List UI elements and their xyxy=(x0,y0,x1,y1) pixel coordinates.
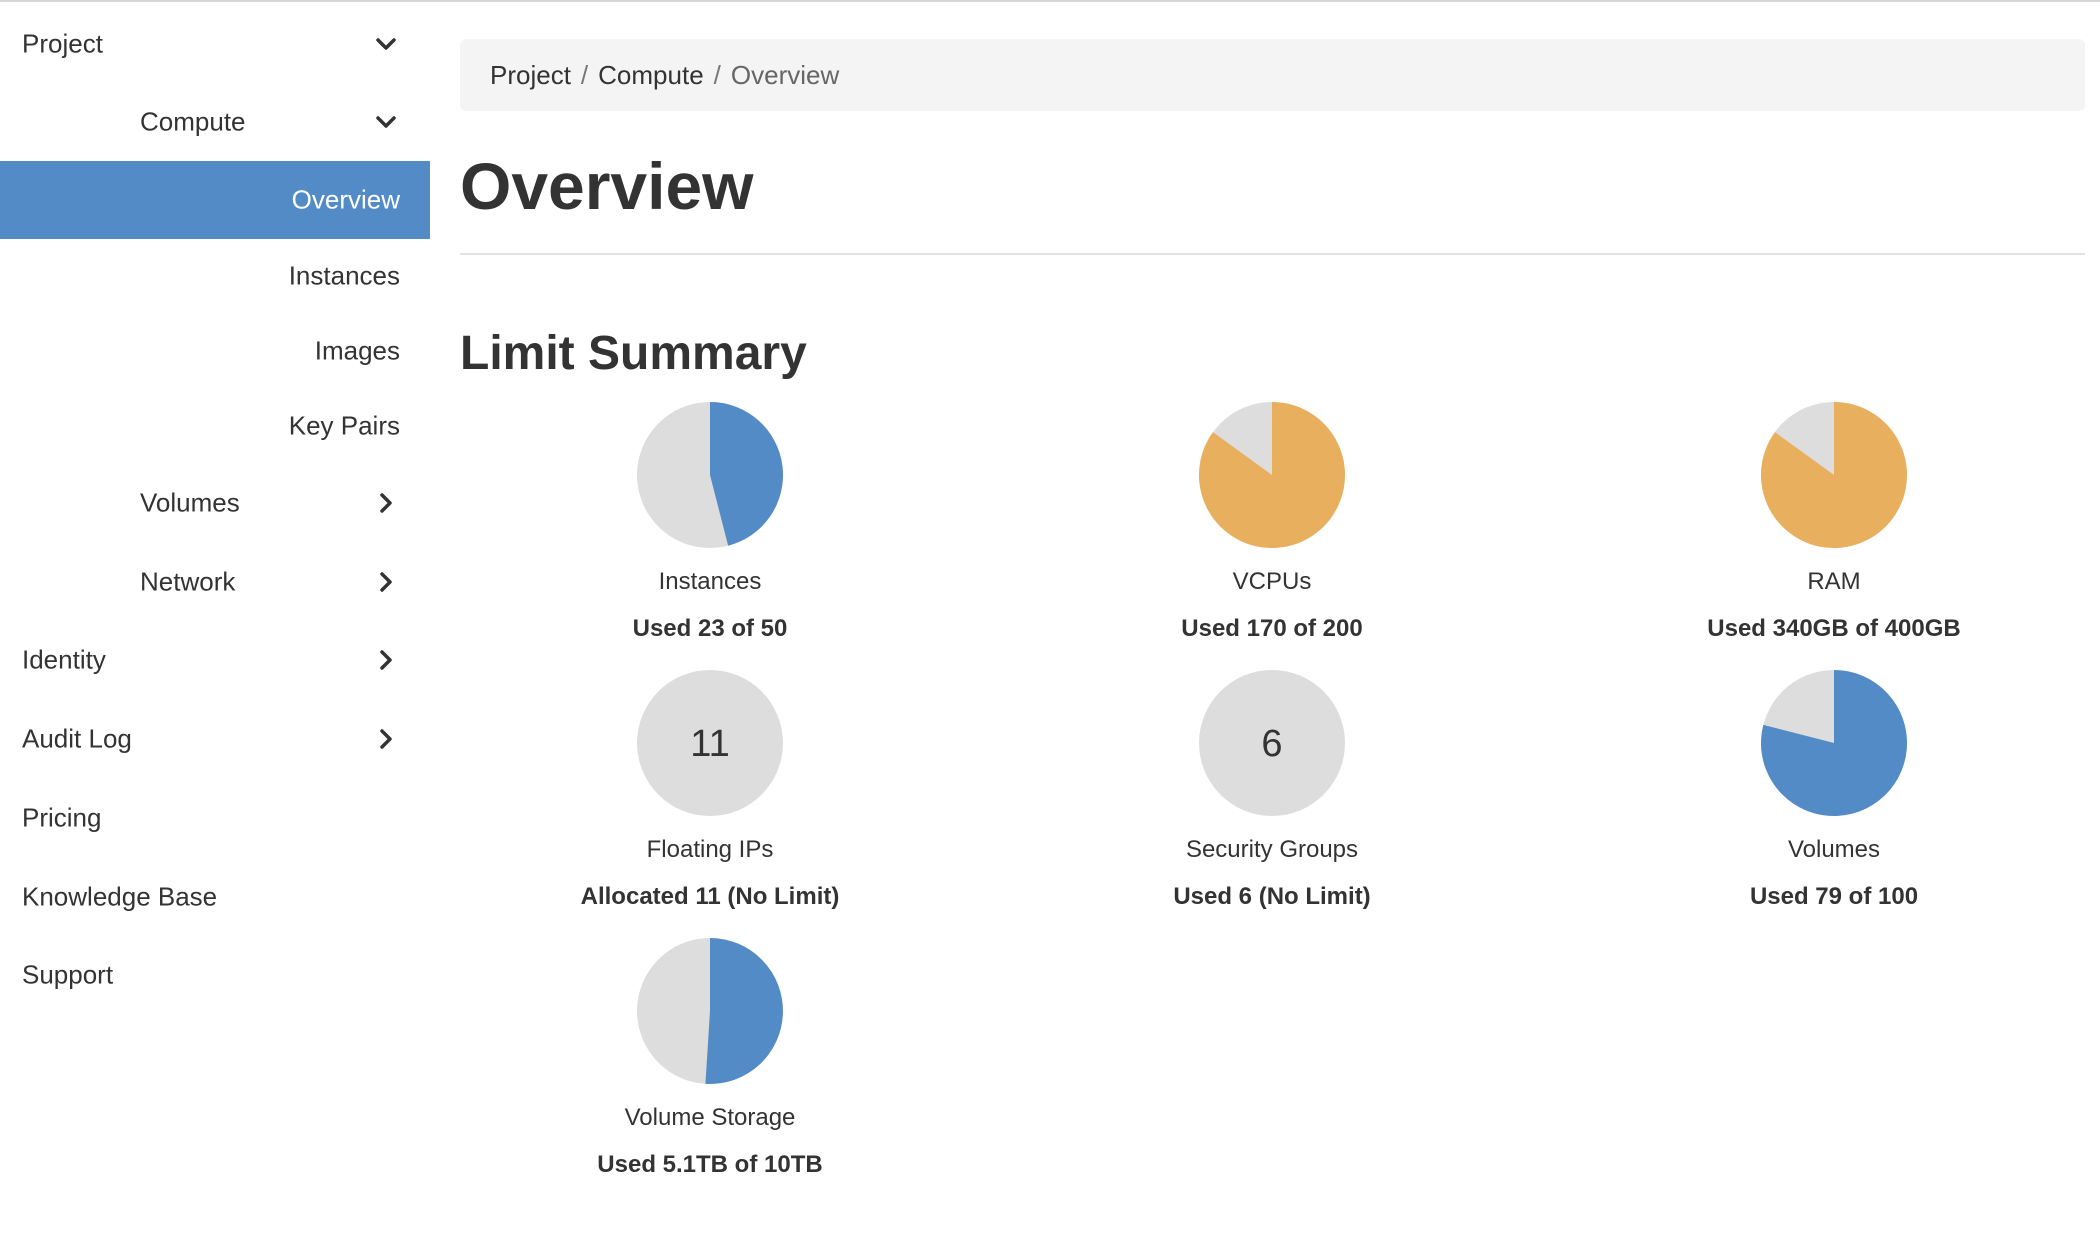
sidebar: Project Compute Overview Instances Image… xyxy=(0,2,430,1260)
sidebar-item-network[interactable]: Network xyxy=(0,543,430,621)
sidebar-item-label: Key Pairs xyxy=(288,410,400,441)
sidebar-item-label: Instances xyxy=(288,260,400,291)
pie-vcpus xyxy=(1198,402,1345,548)
breadcrumb: Project / Compute / Overview xyxy=(460,39,2085,111)
chevron-right-icon xyxy=(380,493,392,513)
sidebar-item-audit-log[interactable]: Audit Log xyxy=(0,700,430,778)
pie-volumes xyxy=(1760,670,1907,816)
pie-instances xyxy=(637,402,784,548)
chart-label: Instances xyxy=(658,568,762,595)
pie-security-groups: 6 xyxy=(1199,670,1345,816)
chart-volume-storage: Volume Storage Used 5.1TB of 10TB xyxy=(530,938,890,1208)
chart-usage: Used 23 of 50 xyxy=(632,615,788,642)
chart-vcpus: VCPUs Used 170 of 200 xyxy=(1092,402,1452,672)
chart-floating-ips: 11 Floating IPs Allocated 11 (No Limit) xyxy=(530,670,890,940)
sidebar-item-label: Identity xyxy=(22,644,106,675)
chart-security-groups: 6 Security Groups Used 6 (No Limit) xyxy=(1092,670,1452,940)
pie-center-value: 11 xyxy=(690,723,729,765)
chevron-right-icon xyxy=(380,650,392,670)
breadcrumb-item-compute[interactable]: Compute xyxy=(598,60,704,90)
pie-center-value: 6 xyxy=(1261,723,1282,765)
chart-volumes: Volumes Used 79 of 100 xyxy=(1654,670,2014,940)
sidebar-item-compute[interactable]: Compute xyxy=(0,83,430,161)
sidebar-item-overview[interactable]: Overview xyxy=(0,161,430,239)
page-title: Overview xyxy=(460,149,754,223)
sidebar-item-label: Network xyxy=(140,566,236,597)
sidebar-item-identity[interactable]: Identity xyxy=(0,621,430,699)
chart-label: VCPUs xyxy=(1232,568,1312,595)
breadcrumb-separator: / xyxy=(713,60,721,90)
chart-usage: Used 6 (No Limit) xyxy=(1173,883,1371,910)
chart-label: Volume Storage xyxy=(624,1104,796,1131)
breadcrumb-current: Overview xyxy=(730,60,840,90)
sidebar-item-volumes[interactable]: Volumes xyxy=(0,464,430,542)
sidebar-item-key-pairs[interactable]: Key Pairs xyxy=(0,387,430,465)
sidebar-item-label: Audit Log xyxy=(22,723,132,754)
pie-ram xyxy=(1760,402,1907,548)
sidebar-item-label: Pricing xyxy=(22,802,102,833)
breadcrumb-separator: / xyxy=(580,60,589,90)
sidebar-item-pricing[interactable]: Pricing xyxy=(0,779,430,857)
chevron-right-icon xyxy=(380,729,392,749)
chart-instances: Instances Used 23 of 50 xyxy=(530,402,890,672)
sidebar-item-images[interactable]: Images xyxy=(0,312,430,390)
chart-label: Security Groups xyxy=(1185,836,1359,863)
sidebar-item-project[interactable]: Project xyxy=(0,5,430,83)
pie-volume-storage xyxy=(637,938,783,1084)
title-divider xyxy=(460,253,2085,255)
breadcrumb-item-project[interactable]: Project xyxy=(490,60,571,90)
sidebar-item-support[interactable]: Support xyxy=(0,936,430,1014)
chart-usage: Allocated 11 (No Limit) xyxy=(580,883,840,910)
sidebar-item-label: Knowledge Base xyxy=(22,881,218,912)
sidebar-item-knowledge-base[interactable]: Knowledge Base xyxy=(0,858,430,936)
chevron-down-icon xyxy=(376,38,396,50)
sidebar-item-label: Overview xyxy=(291,184,400,215)
sidebar-item-label: Compute xyxy=(140,106,246,137)
chevron-down-icon xyxy=(376,116,396,128)
limit-summary-heading: Limit Summary xyxy=(460,327,807,380)
chart-usage: Used 340GB of 400GB xyxy=(1707,615,1961,642)
sidebar-item-label: Project xyxy=(22,28,103,59)
sidebar-item-label: Volumes xyxy=(140,487,240,518)
chart-usage: Used 170 of 200 xyxy=(1181,615,1363,642)
chart-usage: Used 5.1TB of 10TB xyxy=(597,1151,823,1178)
chart-usage: Used 79 of 100 xyxy=(1749,883,1919,910)
chevron-right-icon xyxy=(380,572,392,592)
chart-label: Floating IPs xyxy=(646,836,774,863)
chart-ram: RAM Used 340GB of 400GB xyxy=(1654,402,2014,672)
sidebar-item-label: Images xyxy=(314,335,400,366)
sidebar-item-instances[interactable]: Instances xyxy=(0,237,430,315)
pie-floating-ips: 11 xyxy=(637,670,783,816)
sidebar-item-label: Support xyxy=(22,959,114,990)
chart-label: RAM xyxy=(1807,568,1861,595)
chart-label: Volumes xyxy=(1787,836,1881,863)
pie-used-slice xyxy=(705,938,783,1084)
